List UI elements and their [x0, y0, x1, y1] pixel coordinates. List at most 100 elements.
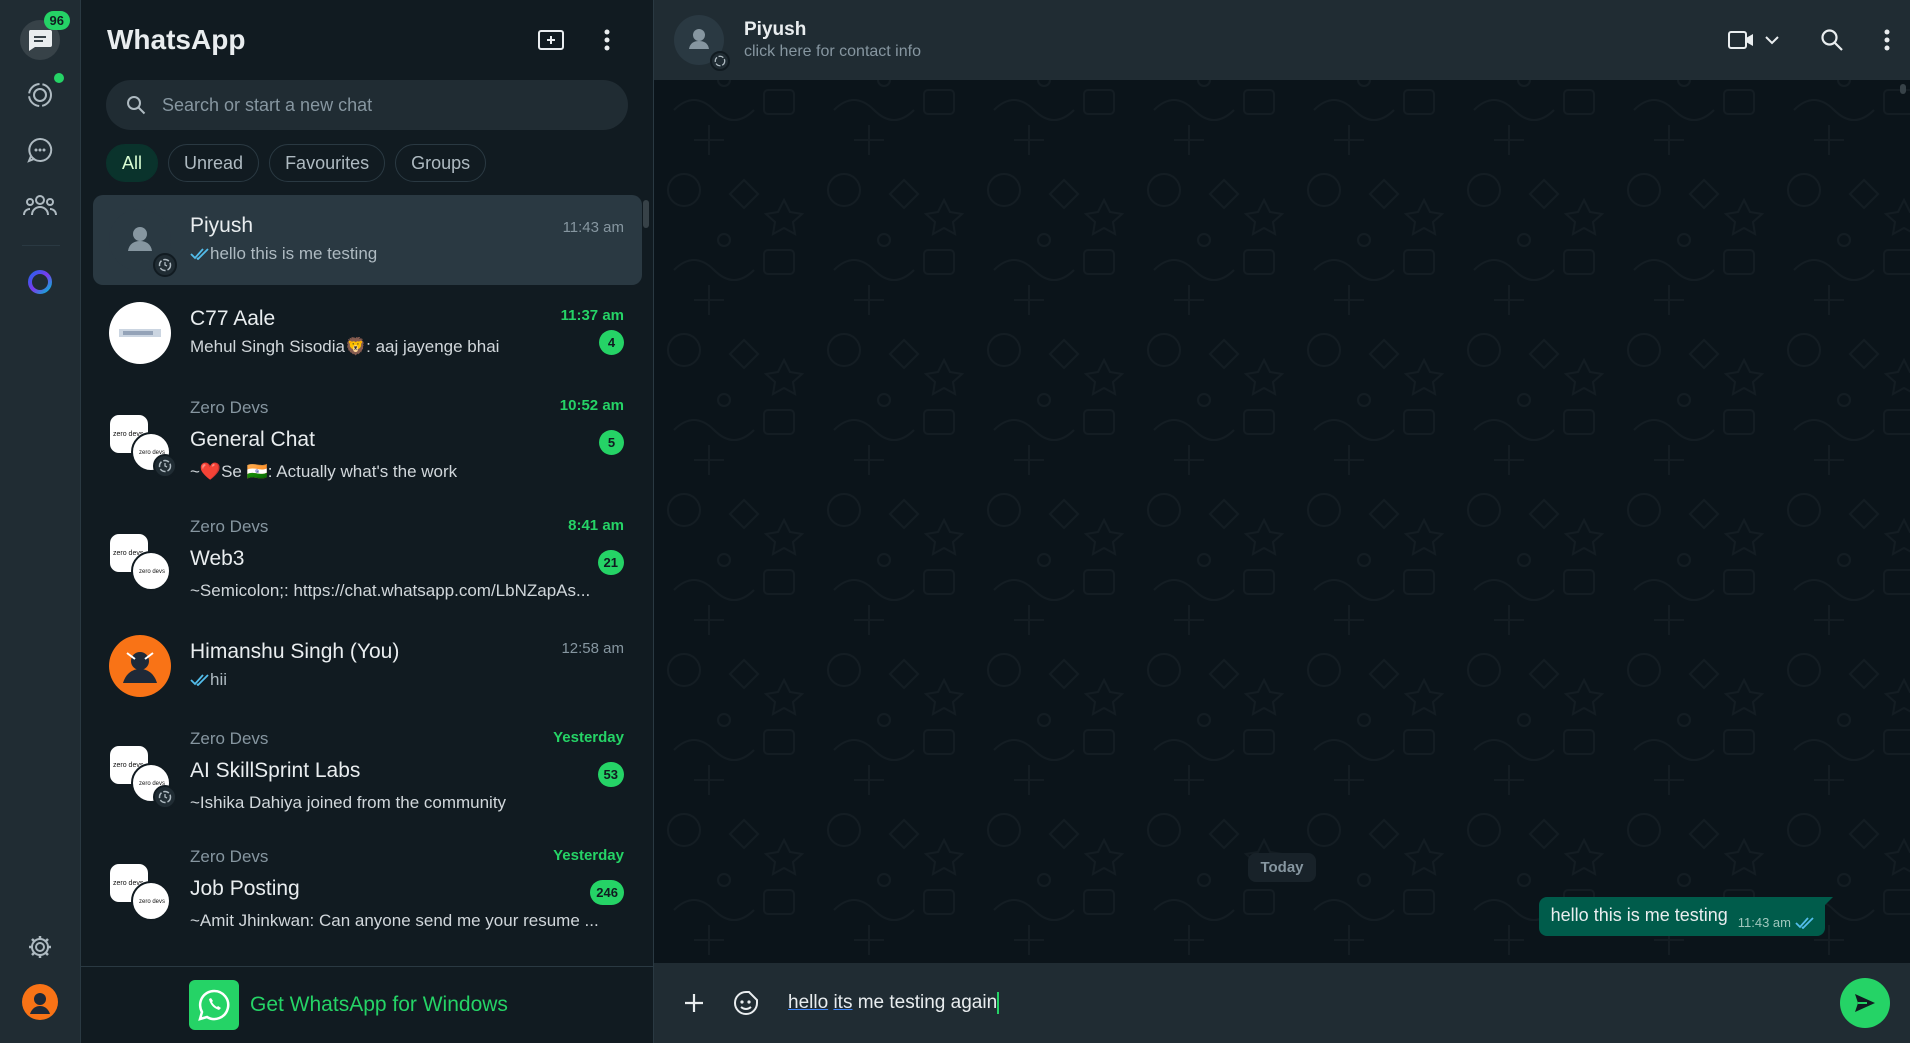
app-title: WhatsApp — [107, 24, 246, 55]
new-chat-button[interactable] — [531, 20, 571, 60]
unread-count-badge: 53 — [597, 762, 624, 787]
draft-rest: me testing again — [857, 992, 998, 1013]
chat-meta: 11:37 am 4 — [561, 285, 624, 381]
whatsapp-app: 96 WhatsApp Search or start a new chat A… — [0, 0, 1910, 1043]
search-messages-button[interactable] — [1820, 20, 1844, 60]
sidebar-menu-button[interactable] — [587, 20, 627, 60]
chats-icon — [28, 30, 52, 51]
double-check-icon — [190, 674, 209, 686]
sticker-icon — [734, 991, 758, 1015]
conversation-menu-button[interactable] — [1884, 20, 1890, 60]
video-call-button[interactable] — [1728, 20, 1780, 60]
community-logo-icon: zero devszero devs — [108, 532, 171, 591]
chat-item-general-chat[interactable]: zero devs zero devs Zero Devs General Cha… — [93, 381, 642, 501]
nav-rail: 96 — [0, 0, 81, 1043]
status-icon — [28, 83, 52, 107]
community-avatar: zero devs zero devs — [108, 410, 177, 478]
double-check-icon — [190, 248, 209, 260]
chat-preview: ~Semicolon;: https://chat.whatsapp.com/L… — [190, 581, 591, 600]
outgoing-message[interactable]: hello this is me testing 11:43 am — [1538, 897, 1833, 936]
chat-name: C77 Aale — [190, 307, 276, 330]
community-logo-icon: zero devszero devs — [108, 862, 171, 921]
send-icon — [1855, 994, 1875, 1012]
search-icon — [127, 96, 146, 115]
status-nav-button[interactable] — [20, 73, 64, 115]
unread-count-badge: 5 — [599, 430, 624, 455]
status-ring-icon — [153, 253, 177, 277]
chat-preview-text: hii — [210, 670, 228, 689]
communities-nav-button[interactable] — [20, 185, 60, 225]
community-avatar: zero devs zero devs — [108, 859, 171, 921]
filter-groups[interactable]: Groups — [395, 144, 487, 182]
filter-all[interactable]: All — [106, 144, 159, 182]
meta-ai-nav-button[interactable] — [20, 262, 60, 302]
chat-meta: Yesterday 246 — [553, 831, 624, 949]
rail-divider — [22, 245, 60, 246]
profile-nav-button[interactable] — [20, 982, 60, 1022]
chat-item-ai-skillsprint-labs[interactable]: zero devs zero devs Zero Devs AI SkillSpr… — [93, 713, 642, 831]
status-ring-icon — [710, 51, 730, 71]
chat-name: Himanshu Singh (You) — [190, 640, 400, 663]
emoji-sticker-button[interactable] — [726, 983, 766, 1023]
contact-subtitle: click here for contact info — [744, 43, 921, 60]
get-app-label: Get WhatsApp for Windows — [250, 993, 508, 1016]
group-logo-icon — [119, 329, 161, 337]
video-camera-icon — [1728, 31, 1753, 49]
contact-name: Piyush — [744, 19, 807, 40]
chat-meta: 8:41 am 21 — [568, 501, 624, 619]
chat-item-piyush[interactable]: Piyush hello this is me testing 11:43 am — [93, 195, 642, 285]
filter-unread[interactable]: Unread — [168, 144, 260, 182]
search-bar[interactable] — [106, 80, 628, 130]
chat-preview: hello this is me testing — [190, 242, 624, 266]
channels-icon — [27, 137, 53, 163]
chat-item-c77-aale[interactable]: C77 Aale Mehul Singh Sisodia🦁: aaj jayen… — [93, 285, 642, 381]
chat-list-scrollbar[interactable] — [643, 200, 649, 228]
contact-avatar[interactable] — [674, 15, 730, 71]
chats-unread-badge: 96 — [43, 11, 70, 30]
filter-favourites[interactable]: Favourites — [269, 144, 386, 182]
attach-button[interactable] — [674, 983, 714, 1023]
community-avatar: zero devs zero devs — [108, 741, 177, 809]
read-receipt-icon — [1795, 916, 1814, 929]
sidebar-header: WhatsApp — [81, 0, 653, 80]
search-input[interactable] — [162, 94, 602, 116]
chat-time: Yesterday — [553, 729, 624, 746]
chat-wallpaper — [654, 0, 1910, 1043]
get-app-banner[interactable]: Get WhatsApp for Windows — [81, 966, 654, 1043]
chat-preview: hii — [190, 668, 624, 692]
bubble-tail — [1823, 897, 1833, 907]
chat-item-web3[interactable]: zero devs zero devs Zero Devs Web3 ~Semic… — [93, 501, 642, 619]
chat-meta: 12:58 am — [561, 619, 624, 713]
svg-text:zero devs: zero devs — [139, 899, 165, 905]
settings-nav-button[interactable] — [20, 927, 60, 967]
chat-preview: ~Amit Jhinkwan: Can anyone send me your … — [190, 911, 599, 930]
status-ring-icon — [153, 454, 177, 478]
chat-item-job-posting[interactable]: zero devs zero devs Zero Devs Job Posting… — [93, 831, 642, 949]
gear-icon — [29, 936, 51, 958]
chat-item-himanshu[interactable]: Himanshu Singh (You) hii 12:58 am — [93, 619, 642, 713]
conversation-scrollbar[interactable] — [1900, 84, 1906, 94]
chat-preview: Mehul Singh Sisodia🦁: aaj jayenge bhai — [190, 337, 500, 356]
chat-time: 10:52 am — [559, 397, 624, 414]
text-caret — [997, 991, 1000, 1014]
meta-ai-icon — [28, 270, 52, 294]
status-ring-icon — [153, 785, 177, 809]
conversation-header[interactable]: Piyush click here for contact info — [654, 0, 1910, 80]
date-label: Today — [1248, 853, 1316, 882]
unread-count-badge: 21 — [597, 550, 624, 575]
send-button[interactable] — [1840, 978, 1890, 1028]
channels-nav-button[interactable] — [20, 130, 60, 170]
communities-icon — [23, 195, 57, 216]
message-input[interactable]: hello its me testing again — [788, 991, 1840, 1014]
filter-chips: All Unread Favourites Groups — [81, 130, 653, 182]
plus-icon — [685, 994, 703, 1012]
chat-time: Yesterday — [553, 847, 624, 864]
chevron-down-icon — [1765, 36, 1779, 45]
chat-meta: Yesterday 53 — [553, 713, 624, 831]
contact-info[interactable]: Piyush click here for contact info — [744, 19, 1706, 61]
chats-nav-button[interactable]: 96 — [20, 11, 70, 60]
chat-meta: 11:43 am — [563, 195, 624, 285]
search-icon — [1821, 29, 1843, 51]
draft-word-2: its — [833, 992, 853, 1013]
message-composer: hello its me testing again — [654, 963, 1910, 1043]
